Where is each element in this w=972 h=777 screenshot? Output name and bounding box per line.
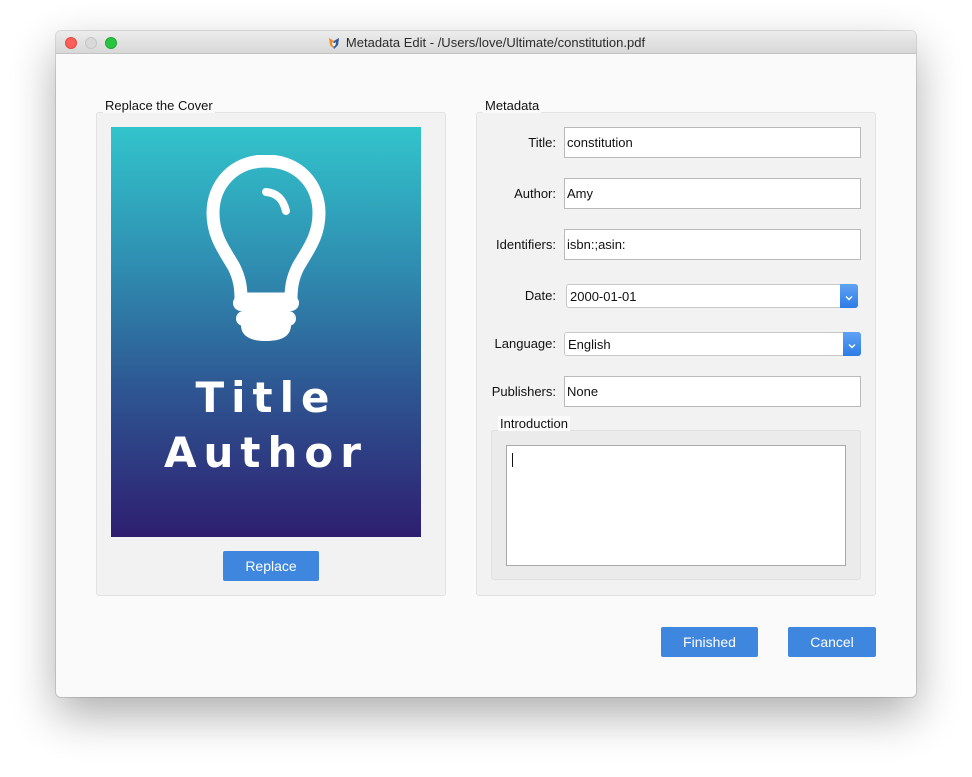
cancel-button[interactable]: Cancel bbox=[788, 627, 876, 657]
metadata-group-label: Metadata bbox=[483, 98, 542, 113]
identifiers-field[interactable]: isbn:;asin: bbox=[564, 229, 861, 260]
language-label: Language: bbox=[494, 336, 556, 351]
finished-button[interactable]: Finished bbox=[661, 627, 758, 657]
publishers-field[interactable]: None bbox=[564, 376, 861, 407]
introduction-label: Introduction bbox=[498, 416, 570, 431]
cover-group: Title Author Replace bbox=[96, 112, 446, 596]
identifiers-label: Identifiers: bbox=[496, 237, 556, 252]
title-value: constitution bbox=[567, 135, 633, 150]
metadata-edit-window: Metadata Edit - /Users/love/Ultimate/con… bbox=[56, 31, 916, 697]
window-title-area: Metadata Edit - /Users/love/Ultimate/con… bbox=[56, 31, 916, 54]
language-select[interactable]: English bbox=[564, 332, 861, 356]
title-field[interactable]: constitution bbox=[564, 127, 861, 158]
date-value: 2000-01-01 bbox=[570, 288, 637, 304]
publishers-value: None bbox=[567, 384, 599, 399]
date-dropdown-button[interactable] bbox=[840, 284, 858, 308]
chevron-down-icon bbox=[845, 289, 853, 304]
author-value: Amy bbox=[567, 186, 593, 201]
introduction-textarea[interactable] bbox=[506, 445, 846, 566]
language-dropdown-button[interactable] bbox=[843, 332, 861, 356]
cover-image: Title Author bbox=[111, 127, 421, 537]
identifiers-value: isbn:;asin: bbox=[567, 237, 626, 252]
date-label: Date: bbox=[524, 288, 556, 303]
chevron-down-icon bbox=[848, 337, 856, 352]
cover-author-text: Author bbox=[164, 428, 368, 477]
author-label: Author: bbox=[514, 186, 556, 201]
language-value: English bbox=[568, 336, 611, 352]
cover-group-label: Replace the Cover bbox=[103, 98, 215, 113]
window-title: Metadata Edit - /Users/love/Ultimate/con… bbox=[345, 35, 646, 50]
date-picker[interactable]: 2000-01-01 bbox=[566, 284, 858, 308]
app-logo-icon bbox=[327, 36, 341, 50]
text-cursor bbox=[512, 453, 513, 467]
lightbulb-icon bbox=[206, 155, 326, 341]
replace-button[interactable]: Replace bbox=[223, 551, 319, 581]
author-field[interactable]: Amy bbox=[564, 178, 861, 209]
title-bar[interactable]: Metadata Edit - /Users/love/Ultimate/con… bbox=[56, 31, 916, 54]
title-label: Title: bbox=[528, 135, 556, 150]
cover-title-text: Title bbox=[195, 373, 337, 422]
publishers-label: Publishers: bbox=[491, 384, 556, 399]
